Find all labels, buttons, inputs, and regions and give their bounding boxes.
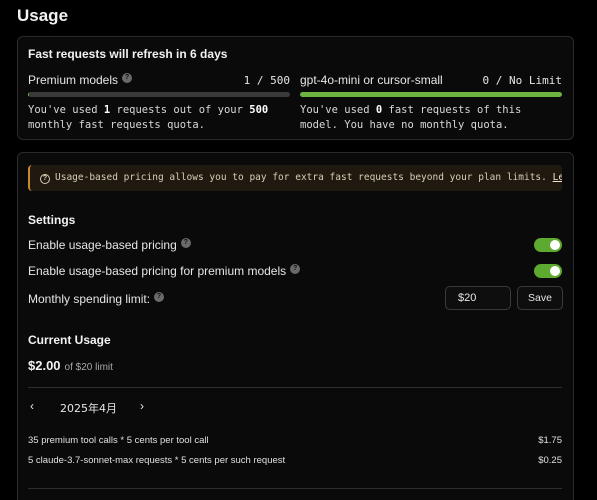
usage-based-toggle[interactable]	[534, 238, 562, 252]
spending-limit-input[interactable]	[445, 286, 511, 310]
usage-limit-text: of $20 limit	[64, 362, 113, 373]
help-icon[interactable]: ?	[180, 238, 191, 248]
save-button[interactable]: Save	[517, 286, 563, 310]
learn-more-link[interactable]: Learn more	[553, 172, 562, 183]
premium-progress-fill	[28, 92, 29, 97]
help-icon[interactable]: ?	[154, 292, 165, 302]
line-item-amount: $1.75	[538, 435, 562, 446]
divider	[28, 387, 562, 388]
divider	[28, 488, 562, 489]
settings-title: Settings	[28, 213, 76, 227]
usage-based-premium-toggle[interactable]	[534, 264, 562, 278]
usage-based-premium-label: Enable usage-based pricing for premium m…	[28, 264, 301, 278]
line-item: 5 claude-3.7-sonnet-max requests * 5 cen…	[28, 455, 562, 469]
usage-pricing-notice: ? Usage-based pricing allows you to pay f…	[28, 165, 562, 191]
spending-limit-label: Monthly spending limit:?	[28, 292, 165, 306]
premium-count: 1 / 500	[243, 74, 290, 87]
mini-progress-fill	[300, 92, 562, 97]
premium-quota: Premium models? 1 / 500 You've used 1 re…	[28, 73, 290, 133]
mini-count: 0 / No Limit	[482, 74, 562, 87]
mini-progress-bar	[300, 92, 562, 97]
help-icon[interactable]: ?	[290, 264, 301, 274]
premium-models-label: Premium models?	[28, 73, 133, 87]
current-usage-amount: $2.00 of $20 limit	[28, 358, 113, 373]
current-usage-title: Current Usage	[28, 333, 111, 347]
help-icon[interactable]: ?	[122, 73, 133, 83]
toggle-knob	[550, 266, 560, 276]
mini-description: You've used 0 fast requests of this mode…	[300, 104, 522, 131]
month-label: 2025年4月	[60, 402, 117, 415]
fast-requests-title: Fast requests will refresh in 6 days	[28, 47, 228, 61]
premium-progress-bar	[28, 92, 290, 97]
line-item-description: 35 premium tool calls * 5 cents per tool…	[28, 435, 209, 446]
fast-requests-card: Fast requests will refresh in 6 days Pre…	[17, 36, 574, 140]
usage-based-label: Enable usage-based pricing?	[28, 238, 191, 252]
mini-quota: gpt-4o-mini or cursor-small 0 / No Limit…	[300, 73, 562, 133]
line-item: 35 premium tool calls * 5 cents per tool…	[28, 435, 562, 449]
line-item-description: 5 claude-3.7-sonnet-max requests * 5 cen…	[28, 455, 286, 466]
chevron-left-icon[interactable]: ‹	[30, 399, 34, 413]
chevron-right-icon[interactable]: ›	[140, 399, 144, 413]
premium-description: You've used 1 requests out of your 500 m…	[28, 104, 269, 131]
page-title: Usage	[17, 6, 69, 25]
toggle-knob	[550, 240, 560, 250]
mini-models-label: gpt-4o-mini or cursor-small	[300, 73, 443, 87]
line-item-amount: $0.25	[538, 455, 562, 466]
usage-pricing-card: ? Usage-based pricing allows you to pay f…	[17, 152, 574, 500]
info-icon: ?	[40, 174, 50, 184]
